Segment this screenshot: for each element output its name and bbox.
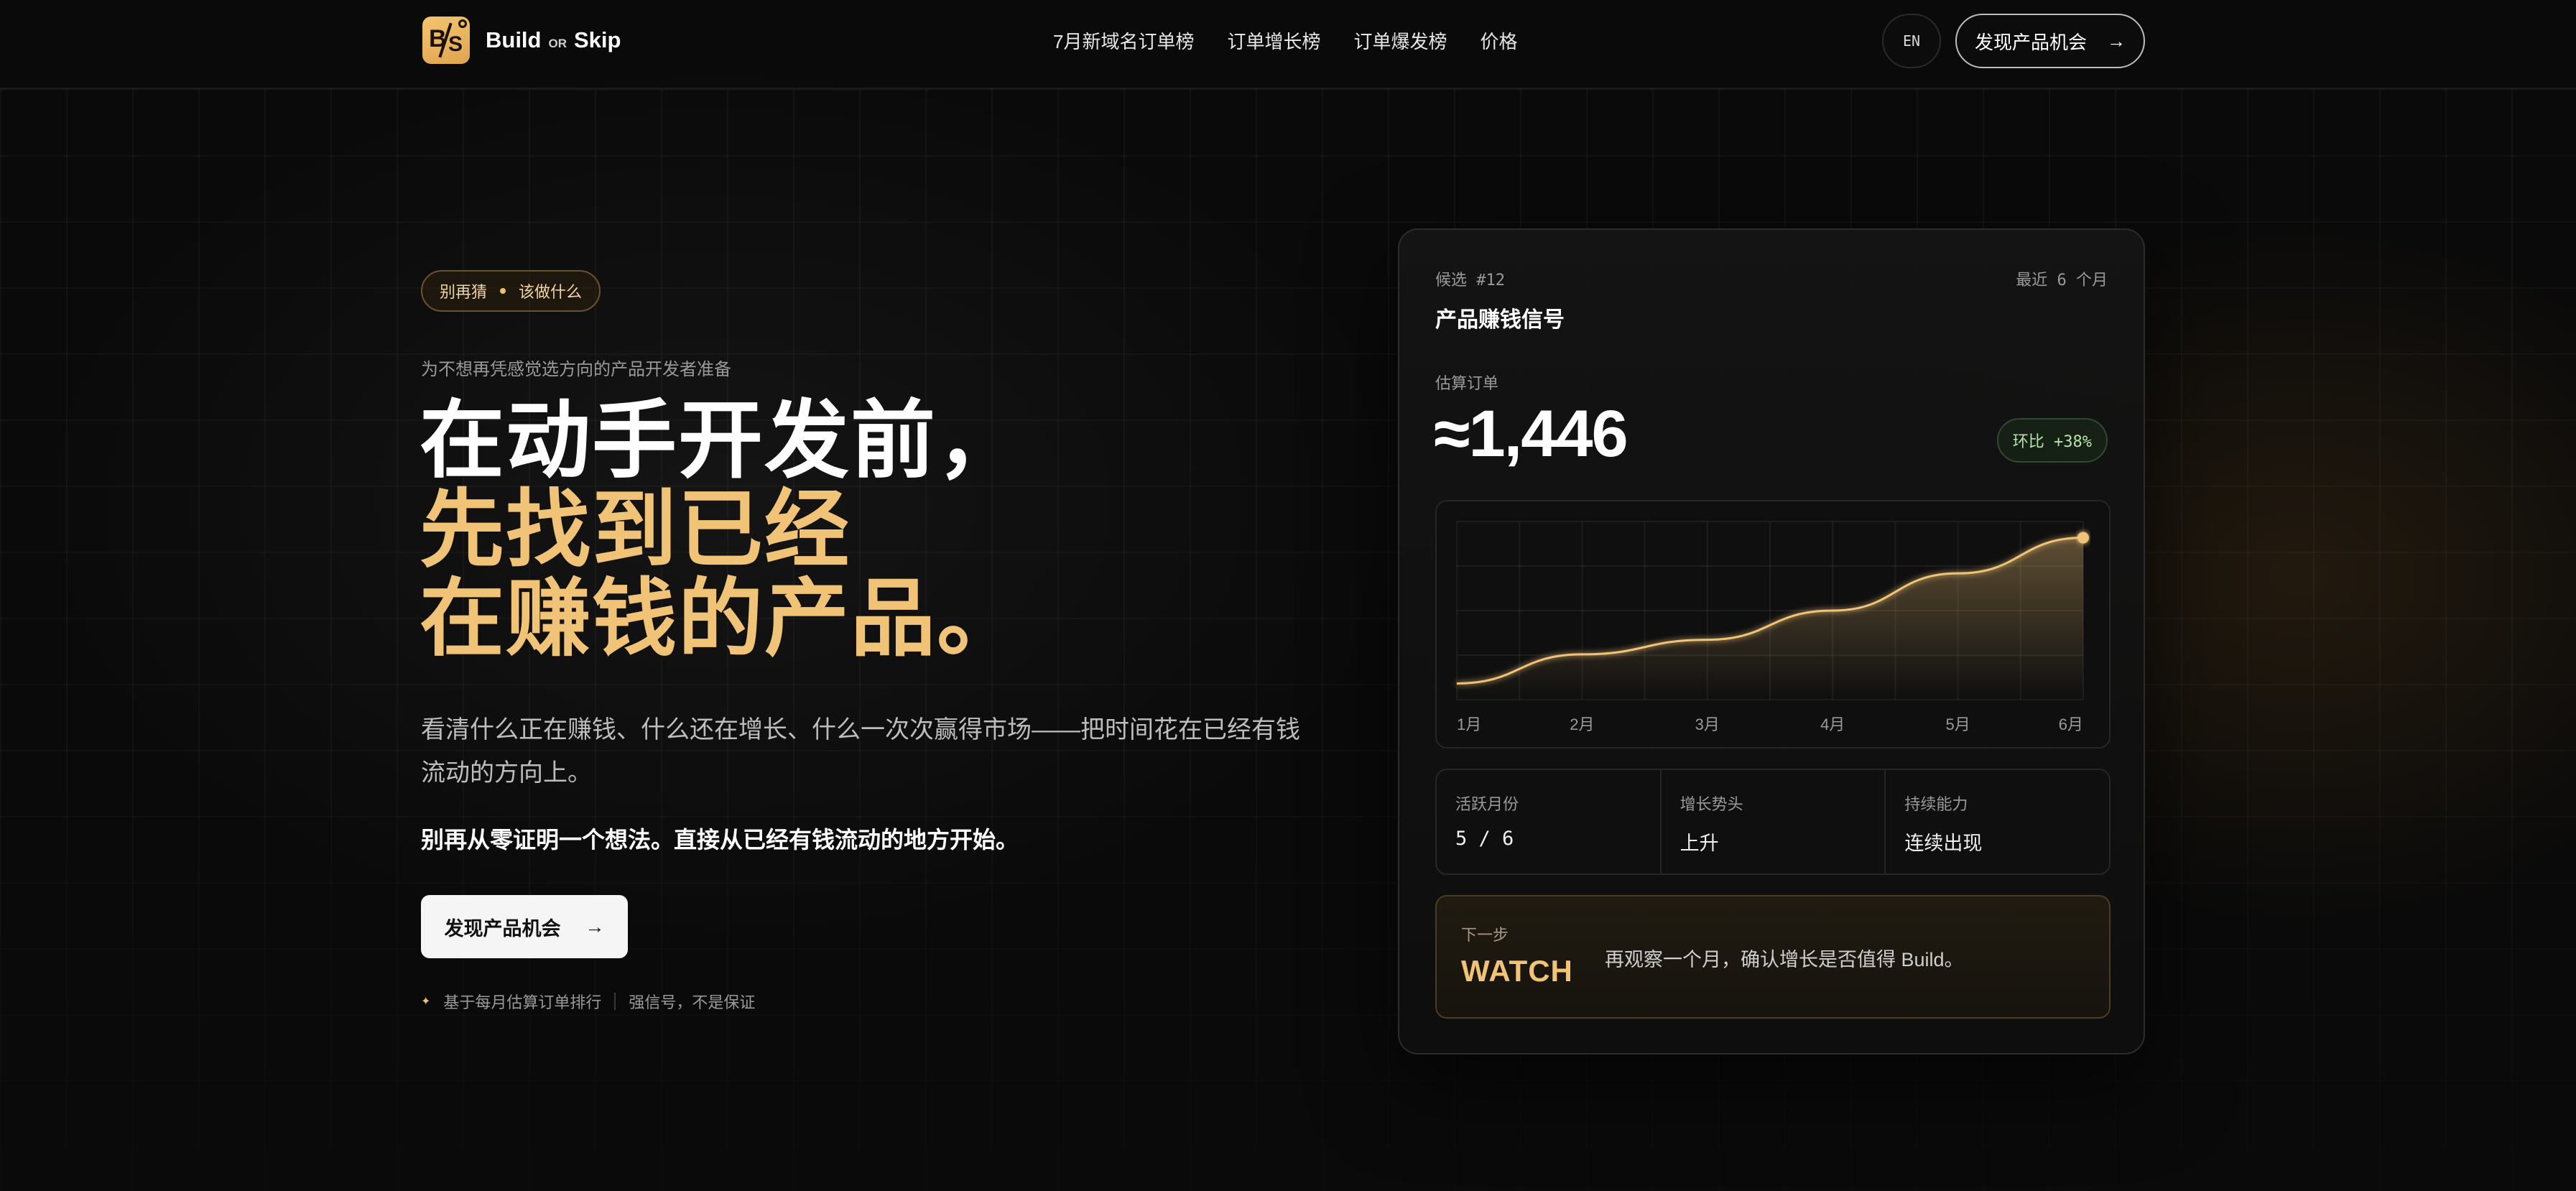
hero-tag-left: 别再猜: [440, 283, 488, 301]
brand-logo[interactable]: BS Build OR Skip: [422, 16, 621, 65]
dot-icon: [500, 288, 506, 294]
nav-cta-button[interactable]: 发现产品机会 →: [1955, 14, 2145, 68]
signal-card: 候选 #12 最近 6 个月 产品赚钱信号 估算订单 ≈1,446 环比 +38…: [1398, 228, 2145, 1055]
x-tick-label: 2月: [1570, 715, 1594, 733]
sparkle-icon: ✦: [421, 996, 431, 1008]
estimated-orders-label: 估算订单: [1435, 374, 1499, 392]
headline-line-2: 先找到已经: [420, 483, 851, 578]
stat-momentum: 增长势头 上升: [1662, 770, 1886, 873]
next-step-panel: 下一步 WATCH 再观察一个月，确认增长是否值得 Build。: [1435, 895, 2111, 1019]
stat-value: 5 / 6: [1455, 828, 1514, 850]
language-button[interactable]: EN: [1882, 14, 1941, 68]
arrow-right-icon: →: [585, 915, 605, 937]
brand-word-skip: Skip: [574, 27, 621, 52]
hero-headline: 在动手开发前， 先找到已经 在赚钱的产品。: [420, 397, 1023, 664]
divider: [614, 993, 616, 1010]
card-title: 产品赚钱信号: [1435, 308, 1565, 332]
stat-active-months: 活跃月份 5 / 6: [1437, 770, 1662, 873]
headline-line-1: 在动手开发前，: [420, 394, 1024, 488]
stat-label: 增长势头: [1680, 795, 1743, 813]
arrow-right-icon: →: [2107, 29, 2126, 52]
logo-mark-icon: BS: [422, 17, 470, 64]
hero-strong-line: 别再从零证明一个想法。直接从已经有钱流动的地方开始。: [421, 827, 1019, 853]
x-tick-label: 3月: [1695, 715, 1720, 733]
page: BS Build OR Skip 7月新域名订单榜 订单增长榜 订单爆发榜 价格…: [0, 0, 2576, 1191]
hero-footnote: ✦ 基于每月估算订单排行 强信号，不是保证: [421, 990, 755, 1013]
stat-label: 持续能力: [1904, 795, 1968, 813]
main-menu: 7月新域名订单榜 订单增长榜 订单爆发榜 价格: [1053, 27, 1518, 54]
x-tick-label: 4月: [1820, 715, 1845, 733]
menu-item-new-domain-orders[interactable]: 7月新域名订单榜: [1053, 27, 1194, 54]
data-point-6月: [2077, 532, 2089, 544]
hero-tag-right: 该做什么: [519, 283, 583, 301]
stat-value: 上升: [1680, 833, 1719, 854]
next-step-description: 再观察一个月，确认增长是否值得 Build。: [1605, 949, 1964, 970]
headline-line-3: 在赚钱的产品。: [420, 572, 1024, 667]
brand-name: Build OR Skip: [486, 27, 621, 53]
nav-cta-label: 发现产品机会: [1974, 31, 2087, 53]
next-step-verdict: WATCH: [1461, 954, 1573, 988]
menu-item-order-growth[interactable]: 订单增长榜: [1227, 27, 1320, 54]
brand-word-build: Build: [486, 27, 542, 52]
brand-word-or: OR: [548, 37, 567, 50]
top-nav: BS Build OR Skip 7月新域名订单榜 订单增长榜 订单爆发榜 价格…: [0, 0, 2576, 89]
growth-badge: 环比 +38%: [1996, 418, 2108, 463]
hero-lead: 看清什么正在赚钱、什么还在增长、什么一次次赢得市场——把时间花在已经有钱流动的方…: [421, 716, 1300, 787]
candidate-label: 候选 #12: [1435, 272, 1505, 289]
footnote-right: 强信号，不是保证: [629, 993, 756, 1011]
menu-item-order-surge[interactable]: 订单爆发榜: [1353, 27, 1447, 54]
hero-cta-button[interactable]: 发现产品机会 →: [421, 895, 628, 958]
x-tick-label: 1月: [1457, 715, 1481, 733]
stats-row: 活跃月份 5 / 6 增长势头 上升 持续能力 连续出现: [1435, 769, 2111, 875]
orders-chart-svg: 1月 2月 3月 4月 5月 6月: [1456, 521, 2089, 733]
next-step-label: 下一步: [1461, 926, 1509, 944]
background-grid: [0, 89, 2576, 1191]
period-label: 最近 6 个月: [2016, 272, 2108, 289]
stat-value: 连续出现: [1904, 833, 1983, 854]
hero-eyebrow: 为不想再凭感觉选方向的产品开发者准备: [421, 360, 731, 379]
x-tick-label: 6月: [2059, 715, 2083, 733]
hero-cta-label: 发现产品机会: [444, 917, 561, 940]
menu-item-pricing[interactable]: 价格: [1481, 27, 1518, 54]
orders-chart: 1月 2月 3月 4月 5月 6月: [1435, 500, 2111, 749]
hero-tag: 别再猜 该做什么: [421, 270, 601, 312]
stat-label: 活跃月份: [1455, 795, 1519, 813]
footnote-left: 基于每月估算订单排行: [443, 993, 602, 1011]
stat-persistence: 持续能力 连续出现: [1886, 770, 2109, 873]
estimated-orders-value: ≈1,446: [1434, 397, 1628, 471]
x-tick-label: 5月: [1945, 715, 1970, 733]
